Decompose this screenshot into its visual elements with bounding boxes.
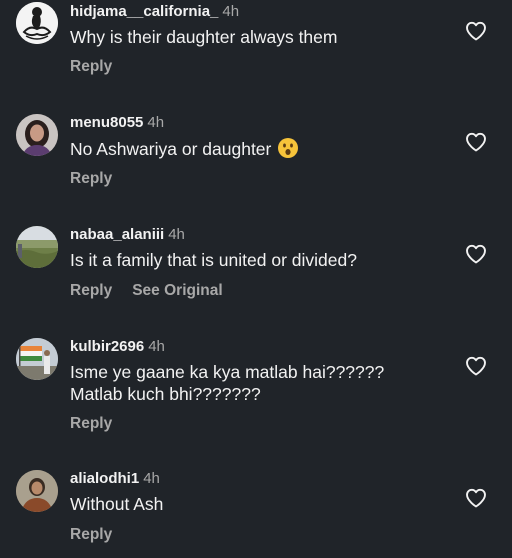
comment-meta: hidjama__california_ 4h xyxy=(70,3,239,21)
comment-actions: Reply See Original xyxy=(70,282,223,300)
timestamp: 4h xyxy=(148,338,165,355)
comment-text: Isme ye gaane ka kya matlab hai?????? Ma… xyxy=(70,361,450,405)
comment-text-line: Without Ash xyxy=(70,494,164,514)
comment-text: Without Ash xyxy=(70,493,450,515)
comment-text-line: Matlab kuch bhi??????? xyxy=(70,384,261,404)
reply-button[interactable]: Reply xyxy=(70,415,112,432)
reply-button[interactable]: Reply xyxy=(70,58,112,75)
comment-item: nabaa_alaniii 4h Is it a family that is u… xyxy=(0,222,512,334)
username[interactable]: nabaa_alaniii xyxy=(70,226,164,243)
username[interactable]: hidjama__california_ xyxy=(70,3,218,20)
comment-meta: kulbir2696 4h xyxy=(70,338,165,356)
avatar[interactable] xyxy=(16,338,58,380)
username[interactable]: menu8055 xyxy=(70,114,143,131)
reply-button[interactable]: Reply xyxy=(70,282,112,299)
comment-text: Is it a family that is united or divided… xyxy=(70,249,450,271)
like-button[interactable] xyxy=(464,19,488,43)
like-button[interactable] xyxy=(464,486,488,510)
avatar[interactable] xyxy=(16,470,58,512)
reply-button[interactable]: Reply xyxy=(70,170,112,187)
heart-outline-icon xyxy=(466,244,486,264)
comment-actions: Reply xyxy=(70,58,112,76)
like-button[interactable] xyxy=(464,354,488,378)
comment-text-line: Isme ye gaane ka kya matlab hai?????? xyxy=(70,362,385,382)
like-button[interactable] xyxy=(464,242,488,266)
avatar[interactable] xyxy=(16,114,58,156)
comment-item: hidjama__california_ 4h Why is their daug… xyxy=(0,0,512,110)
comment-item: menu8055 4h No Ashwariya or daughter Repl… xyxy=(0,110,512,222)
username[interactable]: alialodhi1 xyxy=(70,470,139,487)
like-button[interactable] xyxy=(464,130,488,154)
see-original-button[interactable]: See Original xyxy=(132,282,222,299)
comment-item: alialodhi1 4h Without Ash Reply xyxy=(0,468,512,558)
timestamp: 4h xyxy=(168,226,185,243)
astonished-face-emoji xyxy=(277,137,299,159)
comment-actions: Reply xyxy=(70,415,112,433)
heart-outline-icon xyxy=(466,488,486,508)
username[interactable]: kulbir2696 xyxy=(70,338,144,355)
comment-actions: Reply xyxy=(70,170,112,188)
comment-actions: Reply xyxy=(70,526,112,544)
comment-text-line: No Ashwariya or daughter xyxy=(70,137,450,160)
comment-text: No Ashwariya or daughter xyxy=(70,137,450,160)
avatar[interactable] xyxy=(16,226,58,268)
comment-text-line: Is it a family that is united or divided… xyxy=(70,250,357,270)
comment-text-content: No Ashwariya or daughter xyxy=(70,139,272,159)
heart-outline-icon xyxy=(466,356,486,376)
comment-item: kulbir2696 4h Isme ye gaane ka kya matlab… xyxy=(0,334,512,468)
comment-meta: nabaa_alaniii 4h xyxy=(70,226,185,244)
heart-outline-icon xyxy=(466,132,486,152)
comment-meta: alialodhi1 4h xyxy=(70,470,160,488)
timestamp: 4h xyxy=(143,470,160,487)
heart-outline-icon xyxy=(466,21,486,41)
comment-meta: menu8055 4h xyxy=(70,114,164,132)
reply-button[interactable]: Reply xyxy=(70,526,112,543)
comment-text-line: Why is their daughter always them xyxy=(70,27,338,47)
comment-text: Why is their daughter always them xyxy=(70,26,450,48)
timestamp: 4h xyxy=(147,114,165,131)
timestamp: 4h xyxy=(222,3,240,20)
avatar[interactable] xyxy=(16,2,58,44)
